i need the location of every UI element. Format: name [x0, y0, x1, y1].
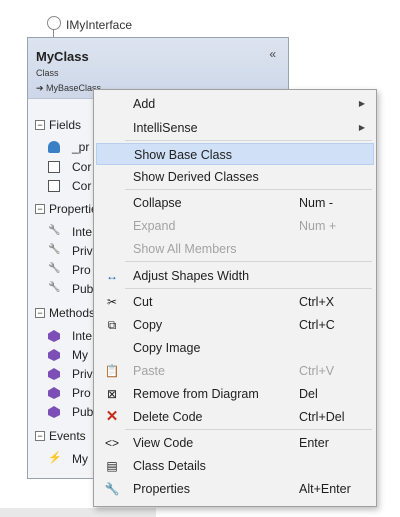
collapse-box-icon[interactable]: − — [35, 308, 45, 318]
menu-item-cut[interactable]: ✂ Cut Ctrl+X — [96, 291, 374, 313]
menu-item-delete-code[interactable]: ✕ Delete Code Ctrl+Del — [96, 406, 374, 428]
scissors-icon: ✂ — [106, 295, 118, 309]
interface-label[interactable]: IMyInterface — [66, 18, 132, 32]
member-property[interactable]: Pub — [48, 282, 93, 296]
menu-item-show-derived-classes[interactable]: Show Derived Classes — [96, 166, 374, 188]
delete-icon: ✕ — [105, 408, 119, 425]
view-code-icon: <> — [104, 436, 119, 450]
event-icon — [48, 451, 62, 465]
property-icon — [48, 226, 60, 238]
method-icon — [48, 406, 60, 418]
menu-separator — [125, 288, 372, 289]
menu-separator — [125, 189, 372, 190]
menu-item-collapse[interactable]: Collapse Num - — [96, 192, 374, 214]
menu-separator — [125, 261, 372, 262]
horizontal-scrollbar[interactable] — [0, 508, 156, 517]
member-field[interactable]: _pr — [48, 140, 89, 154]
collapse-box-icon[interactable]: − — [35, 431, 45, 441]
constant-icon — [48, 180, 60, 192]
constant-icon — [48, 161, 60, 173]
member-method[interactable]: Pub — [48, 405, 93, 419]
menu-item-class-details[interactable]: ▤ Class Details — [96, 455, 374, 477]
section-fields[interactable]: − Fields — [35, 118, 81, 132]
member-constant[interactable]: Cor — [48, 179, 91, 193]
member-property[interactable]: Priv — [48, 244, 93, 258]
property-icon — [48, 264, 60, 276]
collapse-box-icon[interactable]: − — [35, 120, 45, 130]
menu-item-copy[interactable]: ⧉ Copy Ctrl+C — [96, 314, 374, 336]
member-method[interactable]: Pro — [48, 386, 91, 400]
remove-from-diagram-icon: ⊠ — [106, 387, 118, 401]
section-methods[interactable]: − Methods — [35, 306, 95, 320]
menu-item-show-base-class[interactable]: Show Base Class — [96, 143, 374, 165]
member-event[interactable]: My — [48, 451, 88, 466]
menu-separator — [125, 140, 372, 141]
menu-item-add[interactable]: Add ▶ — [96, 93, 374, 115]
interface-lollipop-icon[interactable] — [47, 16, 61, 30]
submenu-arrow-icon: ▶ — [358, 99, 365, 108]
member-method[interactable]: My — [48, 348, 88, 362]
menu-item-copy-image[interactable]: Copy Image — [96, 337, 374, 359]
menu-item-adjust-shapes-width[interactable]: ↔ Adjust Shapes Width — [96, 265, 374, 287]
base-class-label: ➔ MyBaseClass — [36, 83, 102, 93]
property-icon — [48, 283, 60, 295]
property-icon — [48, 245, 60, 257]
wrench-icon: 🔧 — [104, 482, 120, 496]
menu-item-view-code[interactable]: <> View Code Enter — [96, 432, 374, 454]
section-events[interactable]: − Events — [35, 429, 86, 443]
paste-icon: 📋 — [104, 364, 120, 378]
member-method[interactable]: Priv — [48, 367, 93, 381]
member-method[interactable]: Inte — [48, 329, 92, 343]
menu-item-show-all-members: Show All Members — [133, 242, 237, 256]
adjust-width-icon: ↔ — [106, 269, 118, 283]
menu-item-remove-from-diagram[interactable]: ⊠ Remove from Diagram Del — [96, 383, 374, 405]
menu-item-intellisense[interactable]: IntelliSense ▶ — [96, 117, 374, 139]
menu-item-properties[interactable]: 🔧 Properties Alt+Enter — [96, 478, 374, 500]
method-icon — [48, 349, 60, 361]
member-constant[interactable]: Cor — [48, 160, 91, 174]
context-menu[interactable]: Add ▶ IntelliSense ▶ Show Base Class Sho… — [93, 89, 377, 507]
class-kind: Class — [36, 68, 59, 78]
menu-separator — [125, 429, 372, 430]
class-details-icon: ▤ — [106, 459, 118, 473]
member-property[interactable]: Pro — [48, 263, 91, 277]
class-name[interactable]: MyClass — [36, 49, 89, 64]
field-icon — [48, 141, 60, 153]
menu-item-paste: 📋 Paste Ctrl+V — [104, 364, 335, 378]
menu-item-expand: Expand Num + — [133, 219, 337, 233]
method-icon — [48, 368, 60, 380]
submenu-arrow-icon: ▶ — [358, 123, 365, 132]
method-icon — [48, 330, 60, 342]
collapse-box-icon[interactable]: − — [35, 204, 45, 214]
method-icon — [48, 387, 60, 399]
collapse-chevron-icon[interactable]: « — [269, 47, 276, 61]
copy-icon: ⧉ — [107, 318, 117, 332]
member-property[interactable]: Inte — [48, 225, 92, 239]
